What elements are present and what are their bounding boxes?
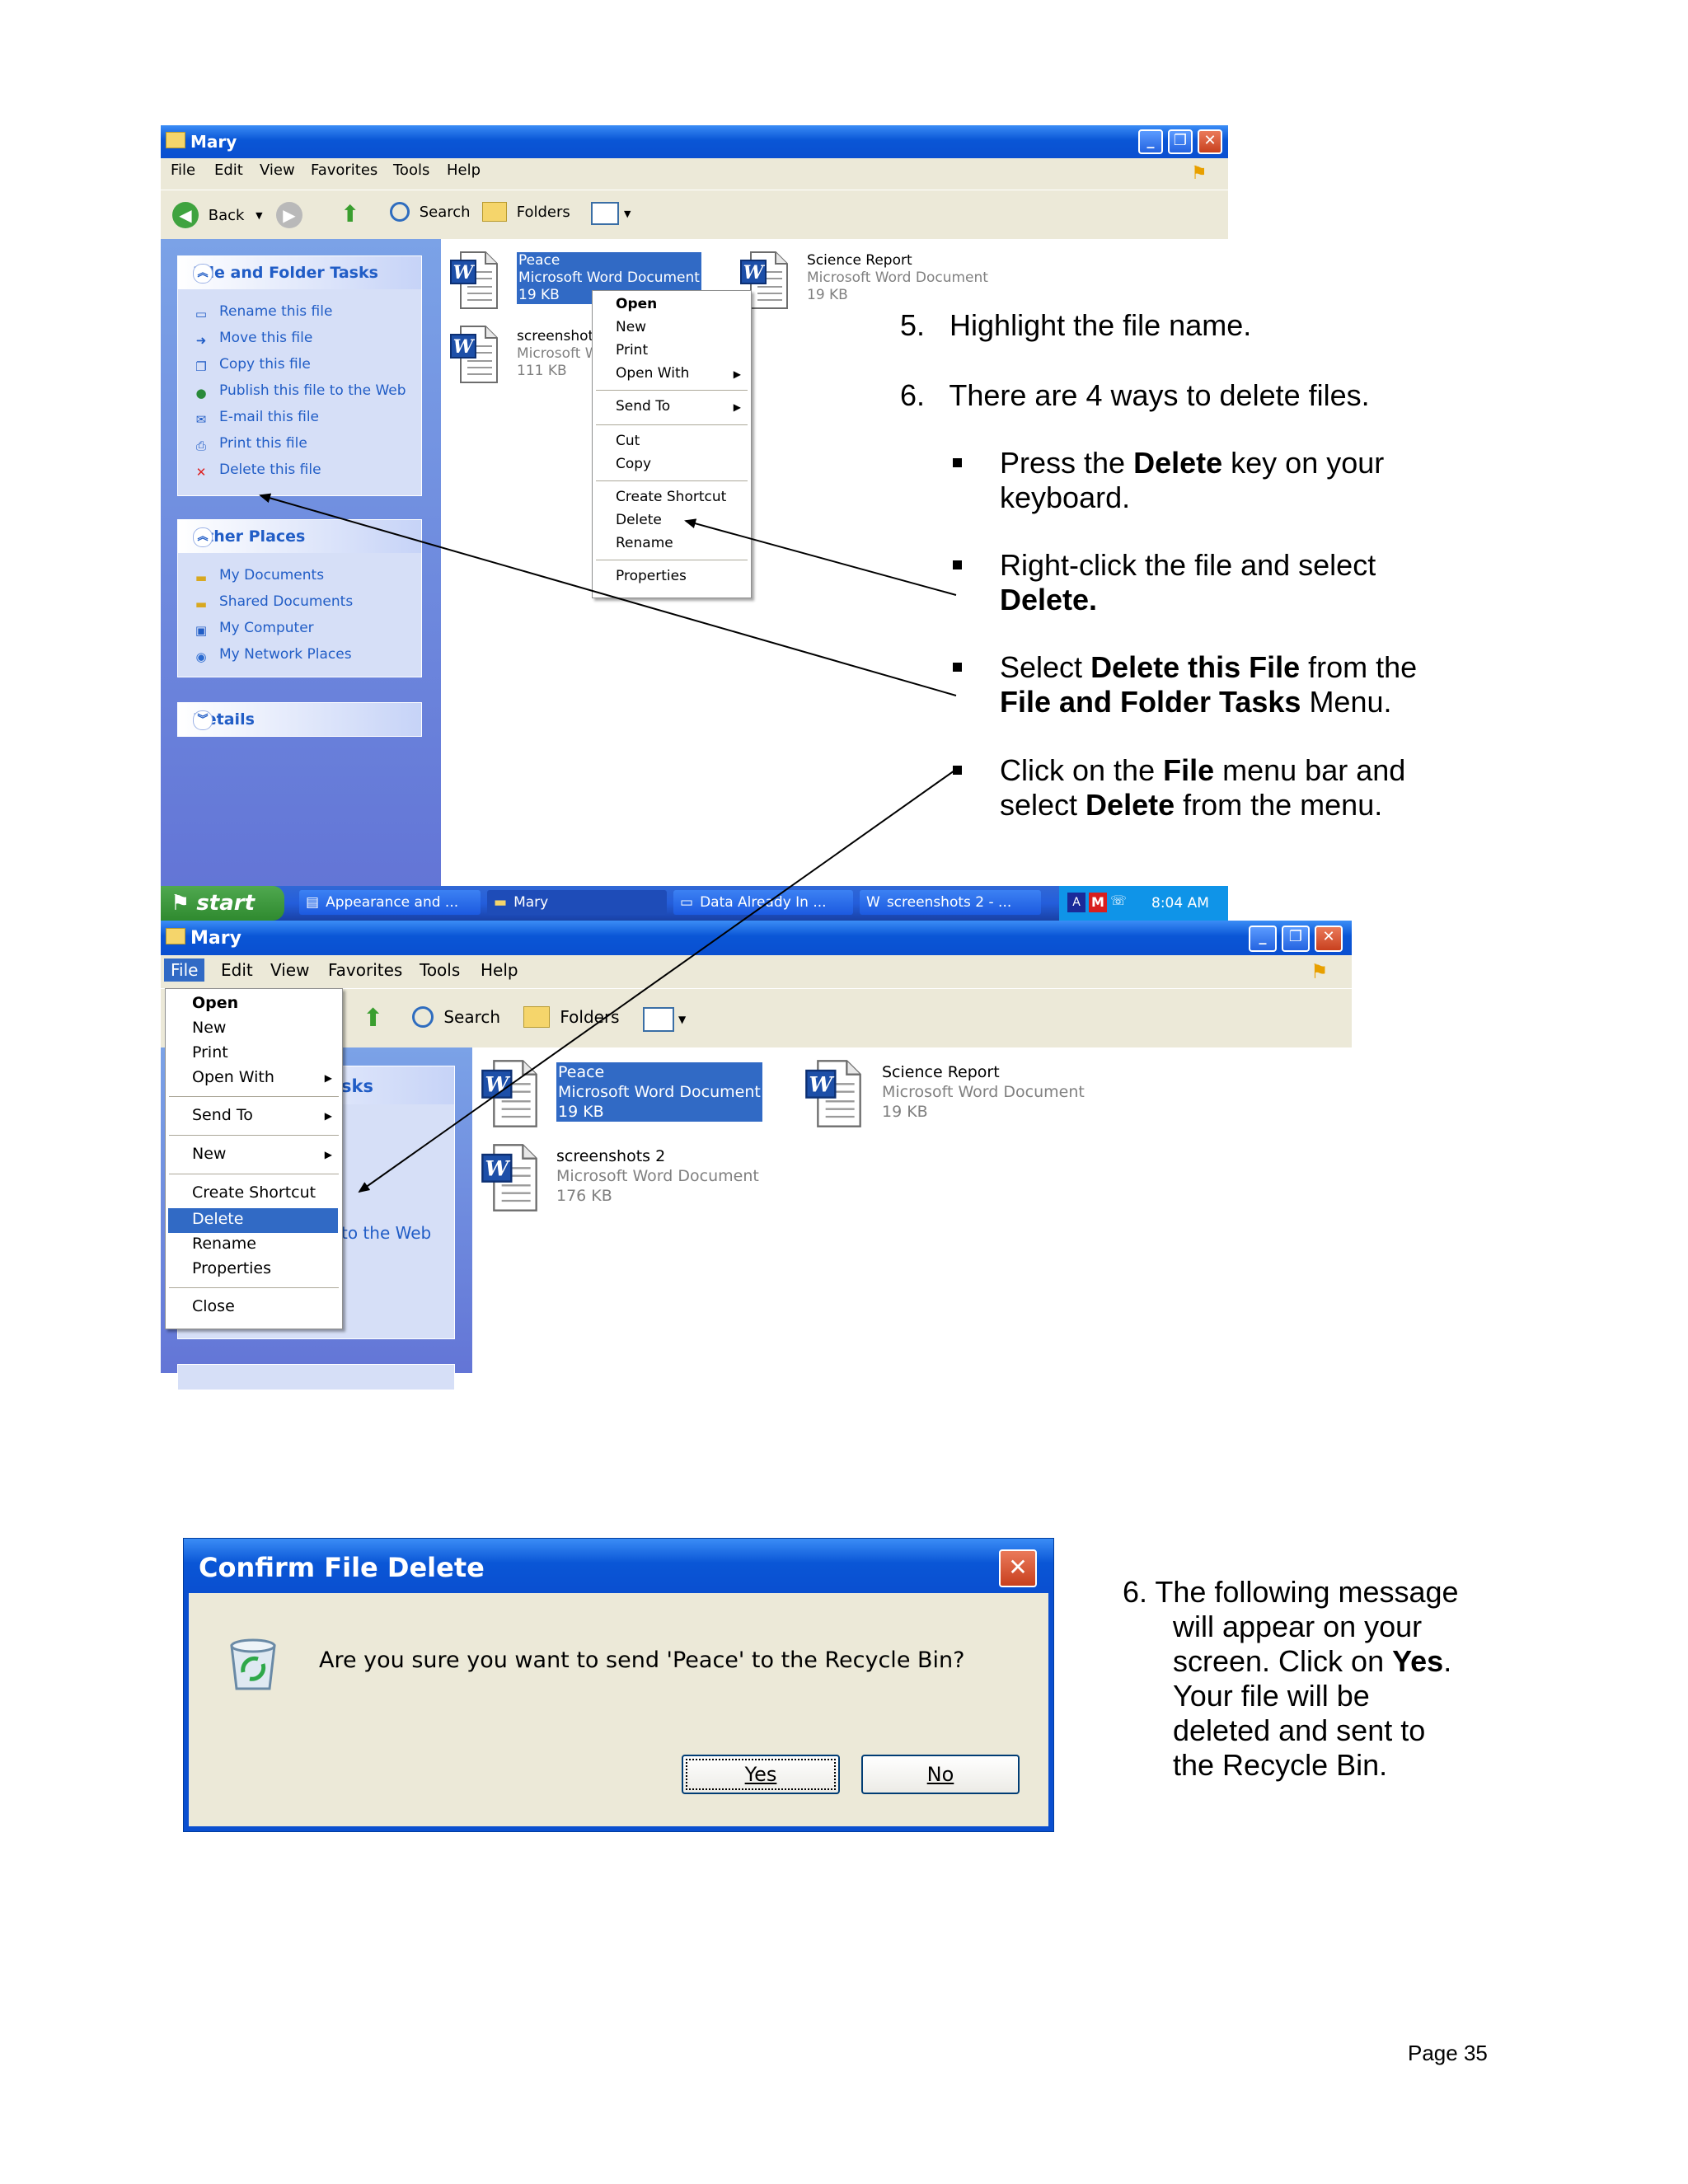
- callout-arrows: [259, 493, 957, 1193]
- dialog-titlebar[interactable]: Confirm File Delete ✕: [184, 1539, 1053, 1593]
- dialog-message: Are you sure you want to send 'Peace' to…: [319, 1647, 965, 1673]
- yes-label: Yes: [744, 1763, 777, 1786]
- arrow-to-delete-this-file: [259, 493, 957, 696]
- no-button[interactable]: No: [861, 1755, 1020, 1794]
- dialog-close-button[interactable]: ✕: [999, 1549, 1037, 1587]
- confirm-delete-dialog: Confirm File Delete ✕ Are you sure you w…: [183, 1538, 1054, 1832]
- yes-button[interactable]: Yes: [682, 1755, 840, 1794]
- page-number: Page 35: [1408, 2041, 1488, 2065]
- arrow-to-context-delete: [684, 518, 957, 596]
- step-6-confirmation: 6. The following message will appear on …: [1123, 1575, 1459, 1782]
- arrow-to-file-menu-delete: [358, 770, 955, 1193]
- dialog-title: Confirm File Delete: [199, 1552, 485, 1583]
- dialog-body: Are you sure you want to send 'Peace' to…: [189, 1593, 1048, 1826]
- recycle-bin-icon: [230, 1638, 276, 1690]
- no-label: No: [926, 1763, 954, 1786]
